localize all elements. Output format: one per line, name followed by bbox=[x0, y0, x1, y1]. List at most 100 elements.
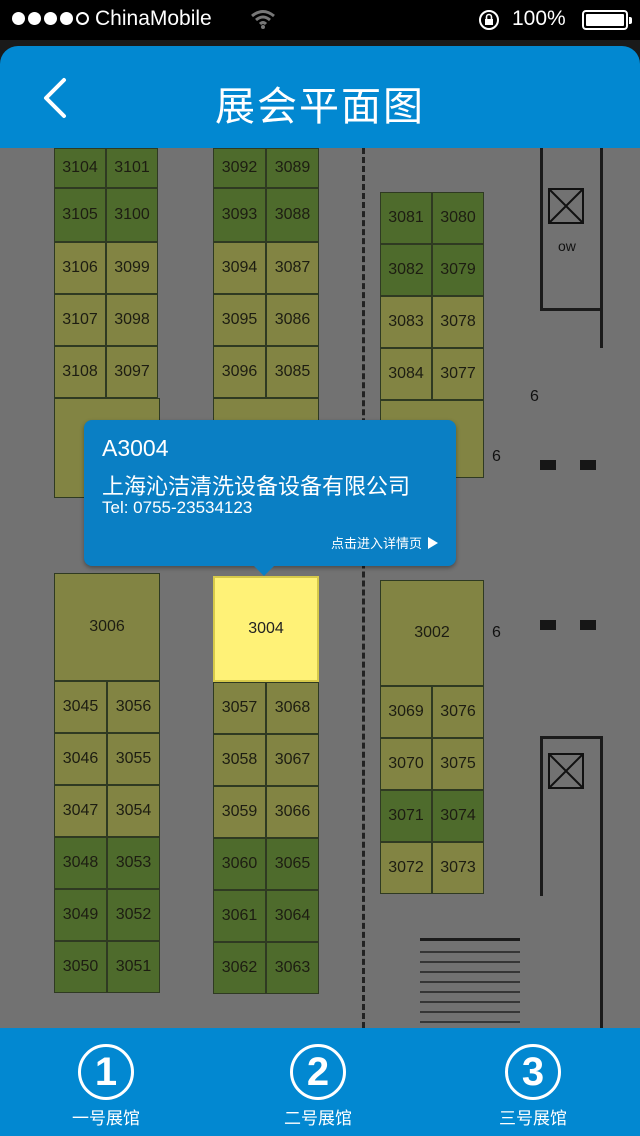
booth[interactable]: 3065 bbox=[266, 838, 319, 890]
popup-pointer bbox=[254, 566, 274, 576]
booth[interactable]: 3086 bbox=[266, 294, 319, 346]
detail-link-label: 点击进入详情页 bbox=[330, 536, 422, 551]
booth[interactable]: 3080 bbox=[432, 192, 484, 244]
booth[interactable]: 3045 bbox=[54, 681, 107, 733]
booth[interactable]: 3059 bbox=[213, 786, 266, 838]
booth[interactable]: 3084 bbox=[380, 348, 432, 400]
booth[interactable]: 3053 bbox=[107, 837, 160, 889]
booth[interactable]: 3079 bbox=[432, 244, 484, 296]
booth[interactable]: 3087 bbox=[266, 242, 319, 294]
floor-plan-map[interactable]: ow 6 6 6 3104 3101 3105 3100 3106 3099 3107 309… bbox=[0, 148, 640, 1028]
booth[interactable]: 3061 bbox=[213, 890, 266, 942]
booth[interactable]: 3049 bbox=[54, 889, 107, 941]
booth[interactable]: 3108 bbox=[54, 346, 106, 398]
wall-line bbox=[540, 148, 543, 308]
company-phone[interactable]: Tel: 0755-23534123 bbox=[102, 498, 252, 518]
booth[interactable]: 3078 bbox=[432, 296, 484, 348]
booth[interactable]: 3006 bbox=[54, 573, 160, 681]
wifi-icon bbox=[251, 10, 275, 29]
map-label-ow: ow bbox=[558, 238, 576, 254]
map-label-6: 6 bbox=[530, 388, 539, 405]
map-label-6: 6 bbox=[492, 448, 501, 465]
signal-strength-icon bbox=[12, 12, 89, 25]
tab-hall-3[interactable]: 3 三号展馆 bbox=[463, 1040, 603, 1129]
booth[interactable]: 3077 bbox=[432, 348, 484, 400]
booth[interactable]: 3098 bbox=[106, 294, 158, 346]
booth[interactable]: 3067 bbox=[266, 734, 319, 786]
booth[interactable]: 3002 bbox=[380, 580, 484, 686]
booth[interactable]: 3089 bbox=[266, 148, 319, 188]
status-bar: ChinaMobile 100% bbox=[0, 0, 640, 40]
booth[interactable]: 3051 bbox=[107, 941, 160, 993]
booth[interactable]: 3085 bbox=[266, 346, 319, 398]
booth[interactable]: 3054 bbox=[107, 785, 160, 837]
booth-info-popup[interactable]: A3004 上海沁洁清洗设备设备有限公司 Tel: 0755-23534123 … bbox=[84, 420, 456, 576]
booth[interactable]: 3060 bbox=[213, 838, 266, 890]
wall-line bbox=[600, 736, 603, 1028]
booth[interactable]: 3105 bbox=[54, 188, 106, 242]
battery-icon bbox=[582, 10, 632, 30]
pillar-marker bbox=[540, 460, 556, 470]
booth[interactable]: 3096 bbox=[213, 346, 266, 398]
booth[interactable]: 3066 bbox=[266, 786, 319, 838]
wall-line bbox=[540, 736, 603, 739]
wall-line bbox=[540, 736, 543, 896]
booth[interactable]: 3106 bbox=[54, 242, 106, 294]
map-label-6: 6 bbox=[492, 624, 501, 641]
booth[interactable]: 3070 bbox=[380, 738, 432, 790]
booth-unlabeled bbox=[213, 398, 319, 422]
booth[interactable]: 3083 bbox=[380, 296, 432, 348]
booth[interactable]: 3107 bbox=[54, 294, 106, 346]
page-title: 展会平面图 bbox=[215, 85, 425, 129]
booth[interactable]: 3062 bbox=[213, 942, 266, 994]
booth[interactable]: 3071 bbox=[380, 790, 432, 842]
elevator-icon bbox=[548, 188, 584, 224]
booth[interactable]: 3073 bbox=[432, 842, 484, 894]
booth[interactable]: 3063 bbox=[266, 942, 319, 994]
booth[interactable]: 3097 bbox=[106, 346, 158, 398]
booth[interactable]: 3069 bbox=[380, 686, 432, 738]
booth[interactable]: 3072 bbox=[380, 842, 432, 894]
booth[interactable]: 3074 bbox=[432, 790, 484, 842]
booth[interactable]: 3046 bbox=[54, 733, 107, 785]
wall-line bbox=[420, 938, 520, 941]
dashed-boundary bbox=[362, 148, 365, 1028]
booth[interactable]: 3081 bbox=[380, 192, 432, 244]
booth-selected[interactable]: 3004 bbox=[213, 576, 319, 682]
tab-hall-1[interactable]: 1 一号展馆 bbox=[36, 1040, 176, 1129]
booth[interactable]: 3093 bbox=[213, 188, 266, 242]
booth[interactable]: 3076 bbox=[432, 686, 484, 738]
tab-bar: 1 一号展馆 2 二号展馆 3 三号展馆 bbox=[0, 1028, 640, 1136]
stairs-icon bbox=[420, 951, 520, 1023]
booth[interactable]: 3088 bbox=[266, 188, 319, 242]
booth[interactable]: 3050 bbox=[54, 941, 107, 993]
booth[interactable]: 3095 bbox=[213, 294, 266, 346]
booth[interactable]: 3075 bbox=[432, 738, 484, 790]
booth[interactable]: 3100 bbox=[106, 188, 158, 242]
booth[interactable]: 3068 bbox=[266, 682, 319, 734]
booth[interactable]: 3082 bbox=[380, 244, 432, 296]
booth[interactable]: 3104 bbox=[54, 148, 106, 188]
play-arrow-icon bbox=[428, 536, 438, 549]
booth[interactable]: 3048 bbox=[54, 837, 107, 889]
company-name: 上海沁洁清洗设备设备有限公司 bbox=[102, 474, 411, 499]
tab-hall-2[interactable]: 2 二号展馆 bbox=[248, 1040, 388, 1129]
booth[interactable]: 3057 bbox=[213, 682, 266, 734]
booth[interactable]: 3064 bbox=[266, 890, 319, 942]
elevator-icon bbox=[548, 753, 584, 789]
booth[interactable]: 3094 bbox=[213, 242, 266, 294]
number-2-icon: 2 bbox=[290, 1044, 346, 1100]
booth[interactable]: 3056 bbox=[107, 681, 160, 733]
booth[interactable]: 3055 bbox=[107, 733, 160, 785]
booth[interactable]: 3092 bbox=[213, 148, 266, 188]
wall-line bbox=[600, 148, 603, 348]
wall-line bbox=[540, 308, 603, 311]
detail-link[interactable]: 点击进入详情页 bbox=[331, 533, 438, 552]
pillar-marker bbox=[580, 620, 596, 630]
booth[interactable]: 3099 bbox=[106, 242, 158, 294]
booth[interactable]: 3058 bbox=[213, 734, 266, 786]
booth[interactable]: 3052 bbox=[107, 889, 160, 941]
pillar-marker bbox=[540, 620, 556, 630]
booth[interactable]: 3047 bbox=[54, 785, 107, 837]
booth[interactable]: 3101 bbox=[106, 148, 158, 188]
